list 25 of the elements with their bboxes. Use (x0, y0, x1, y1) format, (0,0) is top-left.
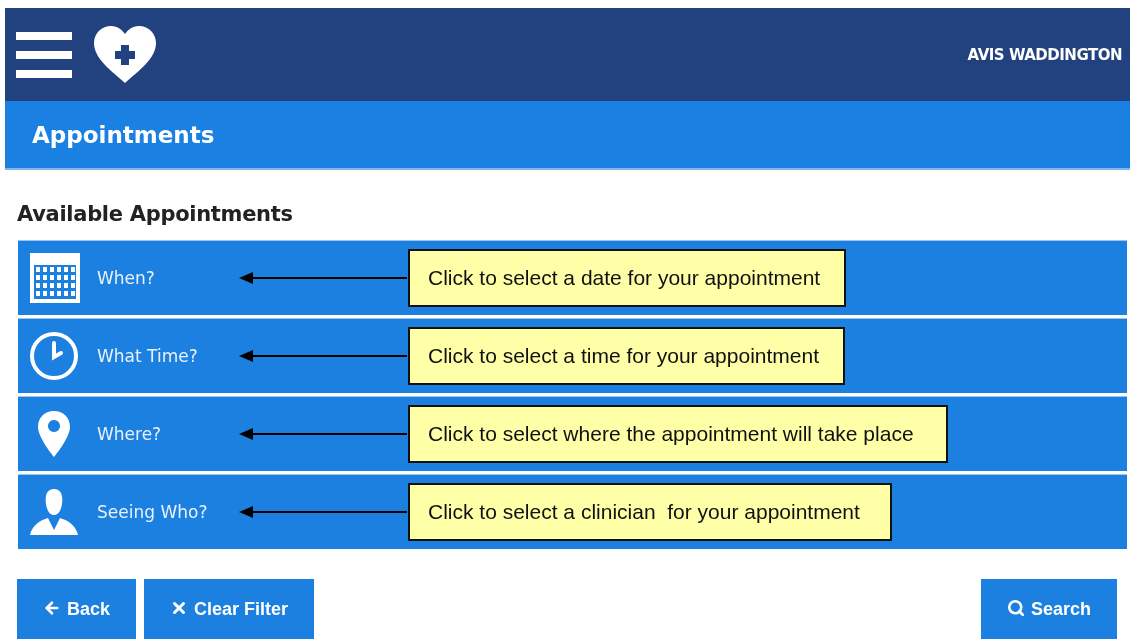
filter-row[interactable]: Seeing Who? Click to select a clinician for your appointment (18, 474, 1127, 549)
filter-row[interactable]: What Time? Click to select a time for your appointment (18, 318, 1127, 393)
back-button[interactable]: Back (17, 579, 137, 639)
heart-cross-logo (92, 24, 158, 85)
person-icon (29, 487, 79, 537)
map-pin-icon (37, 410, 71, 458)
filter-row[interactable]: When? Click to select a date for your appointment (18, 240, 1127, 315)
user-name[interactable]: AVIS WADDINGTON (967, 45, 1122, 64)
filter-label: Seeing Who? (97, 502, 209, 522)
callout-note: Click to select a date for your appointment (408, 249, 847, 307)
callout-note: Click to select where the appointment will take place (408, 405, 948, 463)
filter-label: What Time? (97, 346, 199, 366)
filter-label: Where? (97, 424, 163, 444)
search-button[interactable]: Search (980, 579, 1117, 639)
section-title: Available Appointments (17, 202, 294, 226)
clear-button[interactable]: Clear Filter (144, 579, 315, 639)
filter-label: When? (97, 268, 156, 288)
calendar-icon (29, 252, 81, 304)
search-icon (1006, 599, 1025, 617)
callout-note: Click to select a clinician for your appointment (408, 483, 892, 541)
filter-row[interactable]: Where? Click to select where the appointment will take place (18, 396, 1127, 471)
page-title: Appointments (32, 121, 215, 148)
callout-note: Click to select a time for your appointment (408, 327, 845, 385)
menu-icon[interactable] (16, 30, 72, 79)
clock-icon (29, 331, 79, 381)
